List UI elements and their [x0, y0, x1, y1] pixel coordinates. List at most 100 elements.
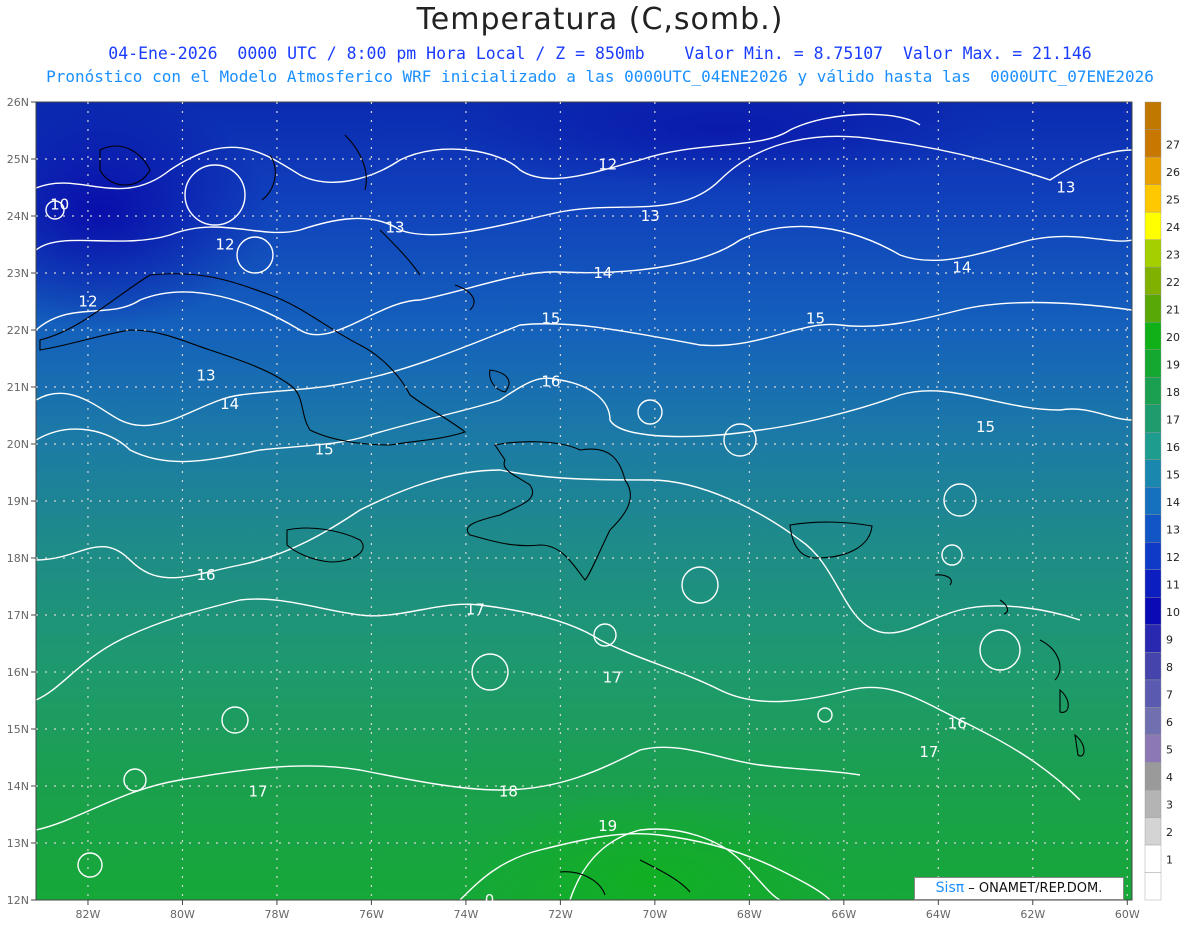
colorbar-label: 5	[1166, 744, 1173, 757]
contour-label: 15	[976, 418, 995, 436]
colorbar-swatch	[1144, 542, 1162, 570]
colorbar-label: 21	[1166, 303, 1180, 316]
colorbar-swatch	[1144, 376, 1162, 405]
contour-label: 16	[541, 372, 560, 390]
contour-label: 17	[248, 783, 267, 801]
colorbar-swatch	[1144, 789, 1162, 818]
colorbar-label: 9	[1166, 634, 1173, 647]
contour-label: 12	[215, 236, 234, 254]
colorbar-swatch	[1144, 101, 1162, 130]
shaded-field	[36, 102, 1132, 900]
contour-label: 15	[315, 441, 334, 459]
colorbar-swatch	[1144, 707, 1162, 736]
contour-label: 10	[50, 196, 69, 214]
colorbar-label: 6	[1166, 716, 1173, 729]
colorbar-swatch	[1144, 156, 1162, 185]
colorbar-label: 24	[1166, 221, 1180, 234]
contour-label: 17	[919, 743, 938, 761]
colorbar-label: 17	[1166, 413, 1180, 426]
lon-tick-label: 76W	[359, 908, 384, 921]
colorbar-swatch	[1144, 404, 1162, 433]
colorbar-swatch	[1144, 844, 1162, 873]
lat-tick-label: 13N	[7, 837, 29, 850]
temperature-map: 26N 25N 24N 23N 22N 21N 20N 19N 18N 17N 16N 15N 14N 1…	[7, 96, 1180, 921]
lon-tick-label: 78W	[264, 908, 289, 921]
lat-tick-label: 26N	[7, 96, 29, 109]
colorbar-swatch	[1144, 734, 1162, 763]
colorbar-label: 2	[1166, 826, 1173, 839]
colorbar-label: 3	[1166, 799, 1173, 812]
colorbar-swatch	[1144, 349, 1162, 378]
contour-label: 17	[603, 669, 622, 687]
lon-tick-label: 64W	[926, 908, 951, 921]
colorbar-label: 25	[1166, 193, 1180, 206]
credit-box: Sisπ – ONAMET/REP.DOM.	[914, 877, 1124, 900]
lon-tick-label: 70W	[642, 908, 667, 921]
lat-tick-label: 17N	[7, 609, 29, 622]
lat-tick-label: 18N	[7, 552, 29, 565]
colorbar-label: 26	[1166, 166, 1180, 179]
lon-tick-label: 60W	[1115, 908, 1140, 921]
colorbar-swatch	[1144, 872, 1162, 901]
contour-label: 17	[466, 600, 485, 618]
colorbar-swatch	[1144, 239, 1162, 268]
contour-label: 12	[598, 156, 617, 174]
lat-tick-label: 14N	[7, 780, 29, 793]
color-bar[interactable]: 1234567891011121314151617181920212223242…	[1144, 101, 1180, 901]
colorbar-swatch	[1144, 487, 1162, 515]
lat-tick-label: 21N	[7, 381, 29, 394]
lat-tick-label: 12N	[7, 894, 29, 907]
lat-tick-label: 23N	[7, 267, 29, 280]
contour-label: 14	[593, 264, 612, 282]
colorbar-label: 7	[1166, 689, 1173, 702]
colorbar-swatch	[1144, 266, 1162, 295]
brand-logo: Sisπ	[935, 880, 965, 896]
colorbar-swatch	[1144, 432, 1162, 460]
colorbar-label: 4	[1166, 771, 1173, 784]
colorbar-label: 13	[1166, 524, 1180, 537]
colorbar-swatch	[1144, 321, 1162, 350]
colorbar-label: 11	[1166, 579, 1180, 592]
colorbar-label: 19	[1166, 358, 1180, 371]
colorbar-label: 1	[1166, 854, 1173, 867]
lon-tick-label: 82W	[76, 908, 101, 921]
colorbar-label: 16	[1166, 441, 1180, 454]
contour-label: 14	[952, 258, 971, 276]
colorbar-label: 8	[1166, 661, 1173, 674]
lon-tick-label: 72W	[548, 908, 573, 921]
colorbar-label: 27	[1166, 138, 1180, 151]
colorbar-label: 14	[1166, 496, 1180, 509]
lat-tick-label: 19N	[7, 495, 29, 508]
colorbar-swatch	[1144, 679, 1162, 708]
lon-tick-label: 68W	[737, 908, 762, 921]
contour-label: 13	[641, 207, 660, 225]
colorbar-label: 12	[1166, 551, 1180, 564]
colorbar-swatch	[1144, 624, 1162, 653]
contour-label: 15	[541, 310, 560, 328]
colorbar-label: 18	[1166, 386, 1180, 399]
colorbar-label: 22	[1166, 276, 1180, 289]
contour-label: 14	[220, 395, 239, 413]
colorbar-swatch	[1144, 597, 1162, 626]
colorbar-label: 20	[1166, 331, 1180, 344]
colorbar-label: 23	[1166, 248, 1180, 261]
colorbar-swatch	[1144, 514, 1162, 543]
colorbar-label: 10	[1166, 606, 1180, 619]
lat-tick-label: 22N	[7, 324, 29, 337]
lat-tick-label: 20N	[7, 438, 29, 451]
lon-tick-label: 62W	[1020, 908, 1045, 921]
colorbar-swatch	[1144, 294, 1162, 323]
colorbar-label: 15	[1166, 468, 1180, 481]
lon-tick-label: 74W	[453, 908, 478, 921]
lat-tick-label: 15N	[7, 723, 29, 736]
contour-label: 15	[806, 310, 825, 328]
contour-label: 16	[948, 714, 967, 732]
colorbar-swatch	[1144, 817, 1162, 846]
lat-tick-label: 25N	[7, 153, 29, 166]
colorbar-swatch	[1144, 762, 1162, 791]
lat-tick-label: 16N	[7, 666, 29, 679]
colorbar-swatch	[1144, 569, 1162, 598]
contour-label: 13	[1056, 179, 1075, 197]
colorbar-swatch	[1144, 211, 1162, 240]
lat-tick-label: 24N	[7, 210, 29, 223]
